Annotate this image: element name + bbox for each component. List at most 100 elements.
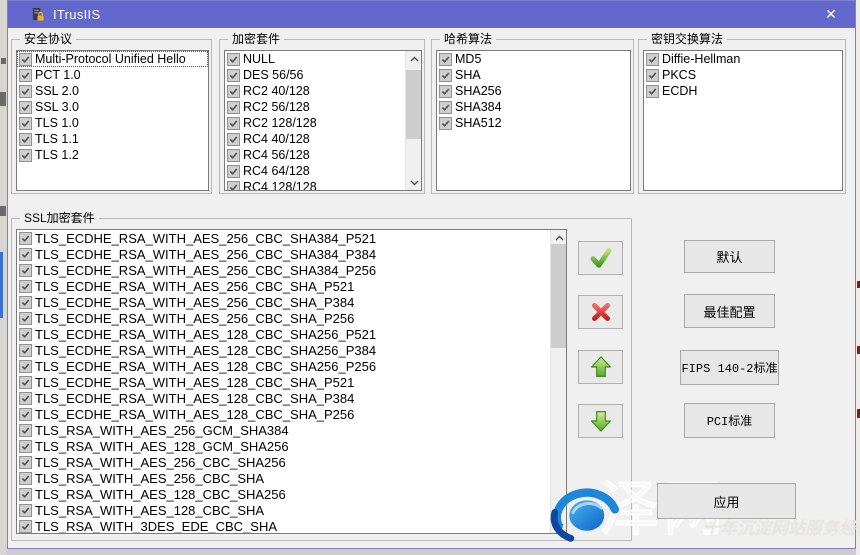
checkbox-checked-icon[interactable] <box>19 133 32 146</box>
checkbox-checked-icon[interactable] <box>227 181 240 192</box>
list-item[interactable]: SSL 2.0 <box>17 83 208 99</box>
checkbox-checked-icon[interactable] <box>19 376 32 389</box>
checkbox-checked-icon[interactable] <box>19 520 32 533</box>
list-item[interactable]: RC4 56/128 <box>225 147 421 163</box>
checkbox-checked-icon[interactable] <box>646 85 659 98</box>
list-item[interactable]: SHA256 <box>437 83 630 99</box>
checkbox-checked-icon[interactable] <box>227 101 240 114</box>
checkbox-checked-icon[interactable] <box>439 117 452 130</box>
checkbox-checked-icon[interactable] <box>646 53 659 66</box>
checkbox-checked-icon[interactable] <box>439 85 452 98</box>
pci-standard-button[interactable]: PCI标准 <box>684 403 775 438</box>
list-item[interactable]: PCT 1.0 <box>17 67 208 83</box>
checkbox-checked-icon[interactable] <box>227 117 240 130</box>
list-item[interactable]: TLS_RSA_WITH_AES_128_GCM_SHA256 <box>17 438 566 454</box>
checkbox-checked-icon[interactable] <box>19 280 32 293</box>
ssl-cipher-suites-list[interactable]: TLS_ECDHE_RSA_WITH_AES_256_CBC_SHA384_P5… <box>16 229 567 534</box>
checkbox-checked-icon[interactable] <box>19 504 32 517</box>
list-item[interactable]: TLS_ECDHE_RSA_WITH_AES_128_CBC_SHA_P521 <box>17 374 566 390</box>
checkbox-checked-icon[interactable] <box>19 408 32 421</box>
list-item[interactable]: TLS 1.2 <box>17 147 208 163</box>
list-item[interactable]: TLS_RSA_WITH_AES_256_CBC_SHA256 <box>17 454 566 470</box>
list-item[interactable]: TLS_ECDHE_RSA_WITH_AES_128_CBC_SHA256_P5… <box>17 326 566 342</box>
checkbox-checked-icon[interactable] <box>19 296 32 309</box>
checkbox-checked-icon[interactable] <box>439 101 452 114</box>
fips-140-2-button[interactable]: FIPS 140-2标准 <box>680 350 779 385</box>
list-item[interactable]: SHA384 <box>437 99 630 115</box>
scroll-down-button[interactable] <box>551 518 567 533</box>
scrollbar-vertical[interactable] <box>405 51 421 190</box>
checkbox-checked-icon[interactable] <box>19 360 32 373</box>
checkbox-checked-icon[interactable] <box>19 312 32 325</box>
list-item[interactable]: RC4 64/128 <box>225 163 421 179</box>
list-item[interactable]: SHA <box>437 67 630 83</box>
scrollbar-thumb[interactable] <box>551 244 567 348</box>
checkbox-checked-icon[interactable] <box>227 165 240 178</box>
list-item[interactable]: Diffie-Hellman <box>644 51 842 67</box>
checkbox-checked-icon[interactable] <box>227 85 240 98</box>
move-up-button[interactable] <box>578 350 623 384</box>
list-item[interactable]: SHA512 <box>437 115 630 131</box>
list-item[interactable]: TLS 1.0 <box>17 115 208 131</box>
list-item[interactable]: RC2 40/128 <box>225 83 421 99</box>
scrollbar-vertical[interactable] <box>550 230 566 533</box>
checkbox-checked-icon[interactable] <box>19 424 32 437</box>
list-item[interactable]: TLS_ECDHE_RSA_WITH_AES_256_CBC_SHA_P384 <box>17 294 566 310</box>
list-item[interactable]: RC2 128/128 <box>225 115 421 131</box>
list-item[interactable]: RC2 56/128 <box>225 99 421 115</box>
list-item[interactable]: DES 56/56 <box>225 67 421 83</box>
default-button[interactable]: 默认 <box>684 240 775 273</box>
list-item[interactable]: ECDH <box>644 83 842 99</box>
list-item[interactable]: RC4 128/128 <box>225 179 421 191</box>
list-item[interactable]: TLS_ECDHE_RSA_WITH_AES_128_CBC_SHA_P384 <box>17 390 566 406</box>
list-item[interactable]: PKCS <box>644 67 842 83</box>
hash-algorithms-list[interactable]: MD5SHASHA256SHA384SHA512 <box>436 50 631 191</box>
checkbox-checked-icon[interactable] <box>19 488 32 501</box>
checkbox-checked-icon[interactable] <box>227 133 240 146</box>
checkbox-checked-icon[interactable] <box>19 53 32 66</box>
remove-button[interactable] <box>578 295 623 329</box>
list-item[interactable]: TLS_RSA_WITH_AES_256_GCM_SHA384 <box>17 422 566 438</box>
checkbox-checked-icon[interactable] <box>19 248 32 261</box>
checkbox-checked-icon[interactable] <box>19 456 32 469</box>
list-item[interactable]: NULL <box>225 51 421 67</box>
checkbox-checked-icon[interactable] <box>439 53 452 66</box>
checkbox-checked-icon[interactable] <box>439 69 452 82</box>
scrollbar-thumb[interactable] <box>406 70 422 139</box>
security-protocols-list[interactable]: Multi-Protocol Unified HelloPCT 1.0SSL 2… <box>16 50 209 191</box>
checkbox-checked-icon[interactable] <box>227 149 240 162</box>
checkbox-checked-icon[interactable] <box>19 101 32 114</box>
list-item[interactable]: RC4 40/128 <box>225 131 421 147</box>
checkbox-checked-icon[interactable] <box>646 69 659 82</box>
list-item[interactable]: MD5 <box>437 51 630 67</box>
list-item[interactable]: TLS_ECDHE_RSA_WITH_AES_128_CBC_SHA256_P3… <box>17 342 566 358</box>
list-item[interactable]: TLS_ECDHE_RSA_WITH_AES_256_CBC_SHA_P256 <box>17 310 566 326</box>
checkbox-checked-icon[interactable] <box>19 149 32 162</box>
checkbox-checked-icon[interactable] <box>227 69 240 82</box>
list-item[interactable]: TLS_ECDHE_RSA_WITH_AES_256_CBC_SHA_P521 <box>17 278 566 294</box>
scroll-down-button[interactable] <box>406 175 422 190</box>
checkbox-checked-icon[interactable] <box>19 264 32 277</box>
checkbox-checked-icon[interactable] <box>19 328 32 341</box>
checkbox-checked-icon[interactable] <box>227 53 240 66</box>
close-button[interactable]: ✕ <box>815 3 847 26</box>
list-item[interactable]: TLS_RSA_WITH_AES_256_CBC_SHA <box>17 470 566 486</box>
key-exchange-list[interactable]: Diffie-HellmanPKCSECDH <box>643 50 843 191</box>
list-item[interactable]: TLS_RSA_WITH_3DES_EDE_CBC_SHA <box>17 518 566 534</box>
checkbox-checked-icon[interactable] <box>19 392 32 405</box>
list-item[interactable]: TLS_ECDHE_RSA_WITH_AES_128_CBC_SHA_P256 <box>17 406 566 422</box>
checkbox-checked-icon[interactable] <box>19 117 32 130</box>
checkbox-checked-icon[interactable] <box>19 232 32 245</box>
list-item[interactable]: TLS_ECDHE_RSA_WITH_AES_128_CBC_SHA256_P2… <box>17 358 566 374</box>
checkbox-checked-icon[interactable] <box>19 344 32 357</box>
apply-button[interactable]: 应用 <box>657 483 796 519</box>
titlebar[interactable]: ITrusIIS ✕ <box>8 1 855 28</box>
scroll-up-button[interactable] <box>406 51 422 66</box>
confirm-button[interactable] <box>578 241 623 275</box>
list-item[interactable]: TLS_ECDHE_RSA_WITH_AES_256_CBC_SHA384_P5… <box>17 230 566 246</box>
list-item[interactable]: TLS_RSA_WITH_AES_128_CBC_SHA <box>17 502 566 518</box>
checkbox-checked-icon[interactable] <box>19 85 32 98</box>
list-item[interactable]: TLS 1.1 <box>17 131 208 147</box>
list-item[interactable]: TLS_RSA_WITH_AES_128_CBC_SHA256 <box>17 486 566 502</box>
list-item[interactable]: SSL 3.0 <box>17 99 208 115</box>
